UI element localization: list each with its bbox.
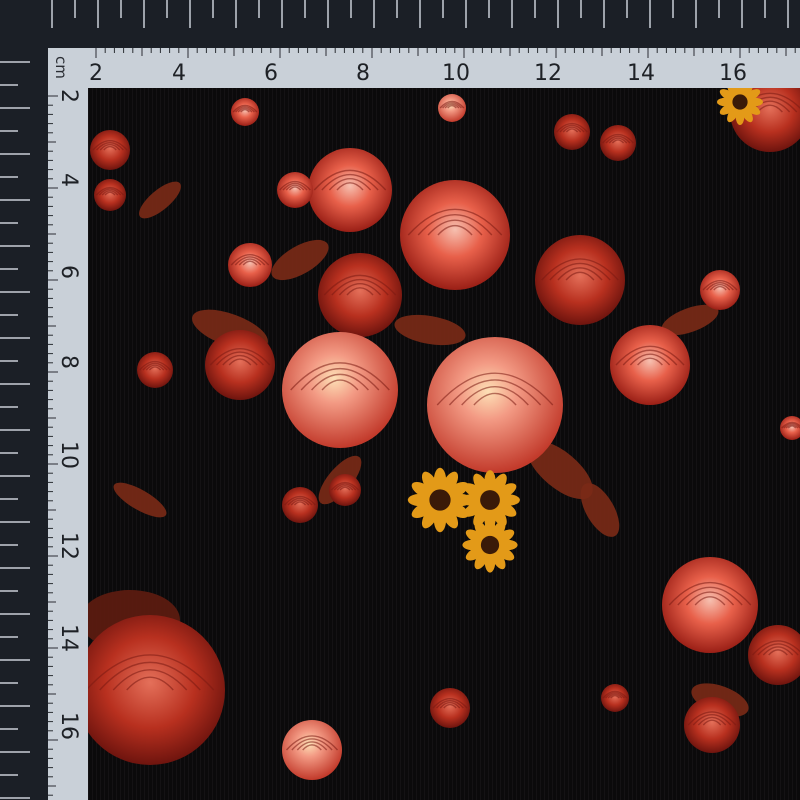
left-label: 8 [56, 355, 81, 369]
rosebud [228, 243, 272, 287]
left-label: 16 [56, 712, 81, 740]
peony-rose [282, 332, 398, 448]
scene: cm 2 4 6 8 10 12 14 16 2 4 6 8 10 12 14 … [0, 0, 800, 800]
rose [308, 148, 392, 232]
left-label: 12 [56, 532, 81, 560]
rose [535, 235, 625, 325]
top-label: 6 [264, 61, 278, 86]
small-flower [231, 98, 259, 126]
rosebud [277, 172, 313, 208]
small-flower [430, 688, 470, 728]
small-flower [329, 474, 361, 506]
small-flower [94, 179, 126, 211]
rose [318, 253, 402, 337]
top-label: 4 [172, 61, 186, 86]
small-flower [600, 125, 636, 161]
rose-large [400, 180, 510, 290]
top-label: 2 [89, 61, 103, 86]
fabric-photo: cm 2 4 6 8 10 12 14 16 2 4 6 8 10 12 14 … [0, 0, 800, 800]
small-flower [282, 487, 318, 523]
small-flower [554, 114, 590, 150]
top-label: 14 [627, 61, 655, 86]
left-label: 6 [56, 265, 81, 279]
rosebud [700, 270, 740, 310]
top-label: 16 [719, 61, 747, 86]
rose [610, 325, 690, 405]
top-label: 8 [356, 61, 370, 86]
left-label: 10 [56, 441, 81, 469]
top-label: 10 [442, 61, 470, 86]
left-label: 14 [56, 624, 81, 652]
peony-rose [427, 337, 563, 473]
rose-large [88, 615, 225, 765]
rose [662, 557, 758, 653]
rosebud [137, 352, 173, 388]
left-label: 4 [56, 173, 81, 187]
rose [684, 697, 740, 753]
rose [205, 330, 275, 400]
small-flower [438, 94, 466, 122]
unit-label: cm [52, 56, 70, 79]
top-label: 12 [534, 61, 562, 86]
left-label: 2 [56, 89, 81, 103]
small-rose [282, 720, 342, 780]
small-flower [601, 684, 629, 712]
small-flower [90, 130, 130, 170]
